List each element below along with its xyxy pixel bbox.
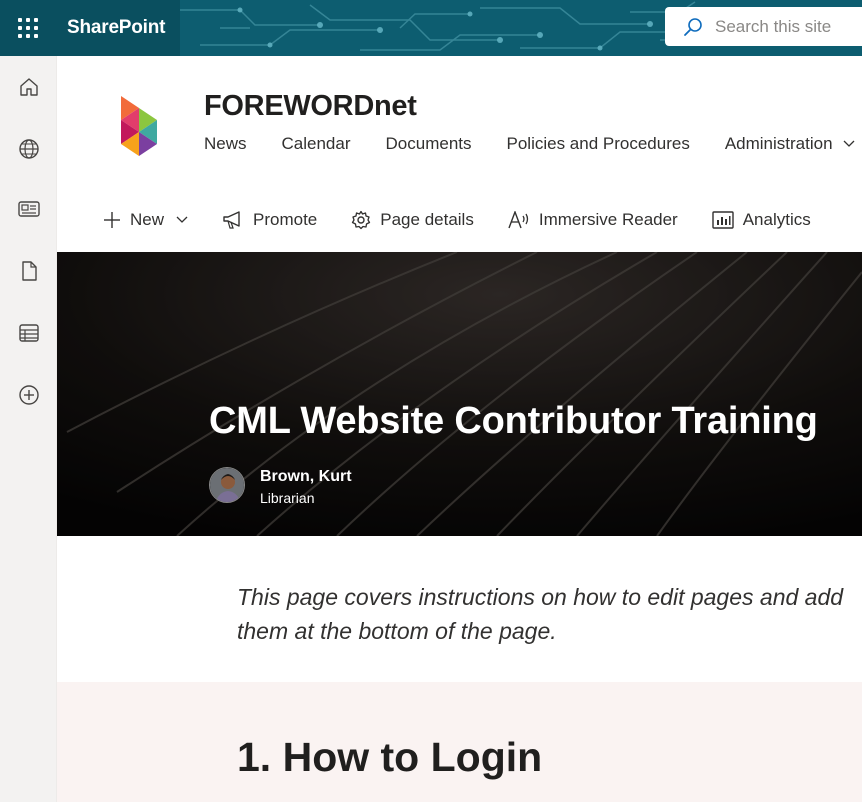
- app-name[interactable]: SharePoint: [56, 0, 180, 56]
- chevron-down-icon: [843, 140, 855, 147]
- nav-item-administration-label: Administration: [724, 134, 833, 153]
- app-launcher-button[interactable]: [0, 0, 56, 56]
- list-icon: [18, 324, 39, 342]
- intro-line-1: This page covers instructions on how to …: [237, 584, 844, 610]
- suite-bar: SharePoint: [0, 0, 862, 56]
- rail-files-button[interactable]: [0, 249, 57, 293]
- rail-sites-button[interactable]: [0, 127, 57, 171]
- add-icon: [104, 212, 120, 228]
- nav-item-policies[interactable]: Policies and Procedures: [507, 134, 690, 154]
- content-section: 1. How to Login: [57, 682, 862, 802]
- search-input[interactable]: [715, 16, 855, 37]
- nav-item-documents[interactable]: Documents: [386, 134, 472, 154]
- promote-button[interactable]: Promote: [222, 210, 317, 230]
- command-bar: New Promote Page details Immersive Reade…: [57, 188, 862, 252]
- nav-item-news[interactable]: News: [204, 134, 247, 154]
- analytics-button[interactable]: Analytics: [712, 210, 811, 230]
- add-circle-icon: [18, 385, 39, 405]
- site-header: FOREWORDnet News Calendar Documents Poli…: [57, 56, 862, 188]
- document-icon: [21, 261, 37, 281]
- globe-icon: [18, 139, 39, 159]
- title-region-hero: CML Website Contributor Training Brown, …: [57, 252, 862, 536]
- megaphone-icon: [223, 211, 240, 229]
- immersive-reader-icon: [508, 211, 528, 229]
- rail-news-button[interactable]: [0, 187, 57, 231]
- home-icon: [19, 78, 38, 96]
- news-icon: [17, 201, 40, 217]
- site-search-box[interactable]: [665, 7, 862, 46]
- section-heading: 1. How to Login: [237, 734, 543, 780]
- left-app-bar: [0, 56, 57, 802]
- rail-home-button[interactable]: [0, 65, 57, 109]
- intro-line-2: them at the bottom of the page.: [237, 618, 557, 644]
- author-name[interactable]: Brown, Kurt: [260, 468, 352, 486]
- promote-button-label: Promote: [253, 210, 318, 229]
- nav-item-administration[interactable]: Administration: [725, 134, 855, 154]
- gear-icon: [352, 210, 371, 230]
- new-button[interactable]: New: [103, 210, 188, 230]
- site-navigation: News Calendar Documents Policies and Pro…: [204, 134, 862, 154]
- immersive-reader-button-label: Immersive Reader: [538, 210, 678, 229]
- waffle-icon: [18, 18, 38, 38]
- avatar[interactable]: [209, 467, 245, 503]
- chevron-down-icon: [176, 216, 188, 223]
- new-button-label: New: [130, 210, 165, 229]
- nav-item-calendar[interactable]: Calendar: [282, 134, 351, 154]
- analytics-button-label: Analytics: [742, 210, 811, 229]
- site-logo[interactable]: [117, 94, 161, 158]
- hero-background-image: [57, 252, 862, 536]
- rail-lists-button[interactable]: [0, 311, 57, 355]
- author-role: Librarian: [260, 490, 315, 506]
- search-icon: [684, 17, 702, 36]
- rail-create-button[interactable]: [0, 373, 57, 417]
- site-title[interactable]: FOREWORDnet: [204, 90, 417, 123]
- page-details-button[interactable]: Page details: [351, 210, 474, 230]
- analytics-icon: [712, 211, 734, 229]
- page-details-button-label: Page details: [380, 210, 474, 229]
- immersive-reader-button[interactable]: Immersive Reader: [508, 210, 678, 230]
- page-title: CML Website Contributor Training: [209, 400, 818, 442]
- intro-text: This page covers instructions on how to …: [237, 580, 862, 648]
